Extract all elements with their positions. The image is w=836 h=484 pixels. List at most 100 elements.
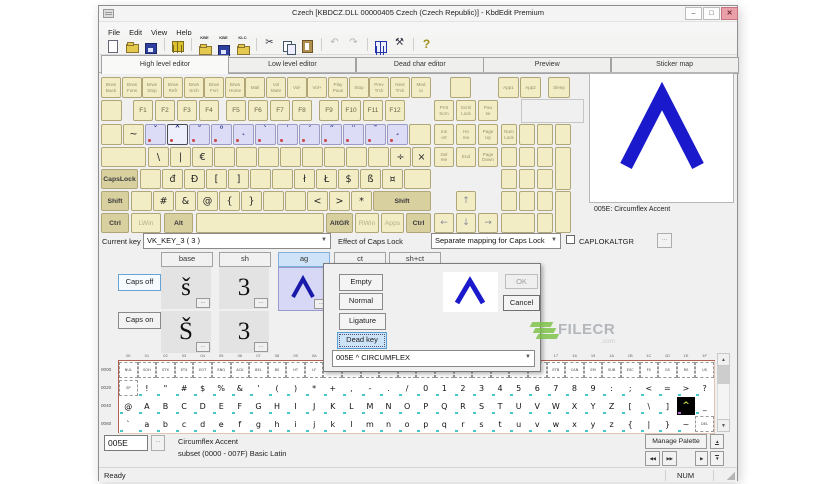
key-€[interactable]: € <box>192 147 213 167</box>
charmap-cell-0020-12[interactable]: , <box>342 379 362 398</box>
charmap-cell-0040-15[interactable]: O <box>397 397 418 416</box>
charmap-cell-0040-3[interactable]: C <box>174 397 195 416</box>
key-blank[interactable] <box>236 147 257 167</box>
charmap-cell-0000-2[interactable]: STX <box>156 361 176 380</box>
charmap-cell-0020-4[interactable]: $ <box>193 379 213 398</box>
charmap-cell-0020-10[interactable]: * <box>304 379 325 398</box>
mapping-cell-1-1[interactable]: 3... <box>219 311 269 353</box>
charmap-cell-0040-6[interactable]: F <box>230 397 251 416</box>
key-blank[interactable] <box>537 147 553 167</box>
charmap-cell-0020-18[interactable]: 2 <box>453 379 474 398</box>
charmap-cell-0020-17[interactable]: 1 <box>435 379 455 398</box>
key-End[interactable]: End <box>456 147 476 167</box>
charmap-cell-0040-8[interactable]: H <box>267 397 288 416</box>
cell-more-button[interactable]: ... <box>254 342 268 352</box>
key-Alt[interactable]: Alt <box>164 213 193 233</box>
charmap-cell-0000-28[interactable]: FS <box>639 361 660 380</box>
key-¸[interactable]: ¸ <box>387 124 408 145</box>
charmap-cell-0060-31[interactable]: DEL <box>695 415 715 434</box>
key-Media[interactable]: Med ia <box>411 77 431 98</box>
charmap-cell-0000-0[interactable]: NUL <box>119 361 139 380</box>
key-F7[interactable]: F7 <box>270 100 290 121</box>
key-PrntScrn[interactable]: Prnt Scrn <box>434 100 454 121</box>
charmap-cell-0040-17[interactable]: Q <box>435 397 455 416</box>
key-Vol-[interactable]: Vol- <box>287 77 307 98</box>
charmap-cell-0040-22[interactable]: V <box>527 397 548 416</box>
key-{[interactable]: { <box>219 191 240 211</box>
key-blank[interactable] <box>131 191 152 211</box>
key-|[interactable]: | <box>170 147 191 167</box>
key-BrwsRefr[interactable]: Brws Refr <box>163 77 183 98</box>
palette-up-button[interactable]: ▲ <box>710 434 724 449</box>
charmap-cell-0060-23[interactable]: w <box>546 415 567 434</box>
key-blank[interactable] <box>285 191 306 211</box>
mapping-cell-0-1[interactable]: 3... <box>219 267 269 309</box>
key-PrevTrck[interactable]: Prev Trck <box>369 77 389 98</box>
key-blank[interactable] <box>521 99 584 123</box>
resize-grip[interactable] <box>727 472 735 480</box>
key-¨[interactable]: ¨ <box>343 124 364 145</box>
key-NextTrck[interactable]: Next Trck <box>390 77 410 98</box>
mapping-type-normal[interactable]: Normal <box>339 293 383 311</box>
cell-more-button[interactable]: ... <box>196 298 210 308</box>
key-][interactable]: ] <box>228 169 249 189</box>
charmap-cell-0020-13[interactable]: - <box>360 379 381 398</box>
charmap-cell-0020-22[interactable]: 6 <box>527 379 548 398</box>
charmap-cell-0020-30[interactable]: > <box>676 379 697 398</box>
title-bar[interactable]: Czech [KBDCZ.DLL 00000405 Czech (Czech R… <box>99 6 738 22</box>
charmap-cell-0040-1[interactable]: A <box>137 397 158 416</box>
charmap-cell-0000-4[interactable]: EOT <box>193 361 213 380</box>
charmap-cell-0060-21[interactable]: u <box>509 415 529 434</box>
key-blank[interactable] <box>501 213 535 233</box>
charmap-cell-0040-24[interactable]: X <box>565 397 585 416</box>
key-Sleep[interactable]: Sleep <box>548 77 570 98</box>
key-blank[interactable] <box>519 191 535 211</box>
key-blank[interactable] <box>501 147 517 167</box>
key-Stop[interactable]: Stop <box>349 77 369 98</box>
key-\[interactable]: \ <box>148 147 169 167</box>
scroll-up-button[interactable]: ▲ <box>717 353 730 366</box>
key-F1[interactable]: F1 <box>133 100 153 121</box>
close-button[interactable]: ✕ <box>721 7 738 20</box>
key-ˇ[interactable]: ˇ <box>145 124 166 145</box>
charmap-cell-0020-20[interactable]: 4 <box>490 379 511 398</box>
key-blank[interactable] <box>537 124 553 145</box>
key-Home[interactable]: Ho me <box>456 124 476 145</box>
key-blank[interactable] <box>519 124 535 145</box>
new-icon[interactable] <box>105 37 120 53</box>
key-blank[interactable] <box>324 147 345 167</box>
next-subset-button[interactable]: ▶▶ <box>662 451 677 466</box>
key-blank[interactable] <box>258 147 279 167</box>
key-ˆ[interactable]: ˆ <box>167 124 188 145</box>
key-Mail[interactable]: Mail <box>245 77 265 98</box>
charmap-cell-0020-6[interactable]: & <box>230 379 251 398</box>
charmap-cell-0040-18[interactable]: R <box>453 397 474 416</box>
key-Insert[interactable]: Ins ert <box>434 124 454 145</box>
charmap-cell-0040-4[interactable]: D <box>193 397 213 416</box>
key-[[interactable]: [ <box>206 169 227 189</box>
charmap-cell-0060-26[interactable]: z <box>602 415 622 434</box>
key-BrwsFvrt[interactable]: Brws Fvrt <box>204 77 224 98</box>
key-blank[interactable] <box>501 169 517 189</box>
charmap-cell-0040-28[interactable]: \ <box>639 397 660 416</box>
charmap-cell-0000-31[interactable]: US <box>695 361 715 380</box>
key-¤[interactable]: ¤ <box>382 169 403 189</box>
charmap-cell-0040-10[interactable]: J <box>304 397 325 416</box>
key-BrwsSrch[interactable]: Brws Srch <box>184 77 204 98</box>
paste-icon[interactable] <box>300 37 315 53</box>
charmap-cell-0020-31[interactable]: ? <box>695 379 715 398</box>
scrollbar-thumb[interactable] <box>717 366 730 384</box>
key-blank[interactable] <box>272 169 293 189</box>
charmap-cell-0040-16[interactable]: P <box>416 397 437 416</box>
tools-icon[interactable]: ⚒ <box>392 37 407 53</box>
mapping-cell-1-0[interactable]: Š... <box>161 311 211 353</box>
charmap-cell-0040-9[interactable]: I <box>286 397 306 416</box>
key-↑[interactable]: ↑ <box>456 191 476 211</box>
key-blank[interactable] <box>302 147 323 167</box>
charmap-cell-0060-7[interactable]: g <box>249 415 269 434</box>
key-F11[interactable]: F11 <box>363 100 383 121</box>
palette-down-button[interactable]: ▼ <box>710 451 724 466</box>
klc-open-icon[interactable]: KLC <box>235 35 250 55</box>
charmap-cell-0020-11[interactable]: + <box>323 379 344 398</box>
charmap-cell-0060-17[interactable]: q <box>435 415 455 434</box>
